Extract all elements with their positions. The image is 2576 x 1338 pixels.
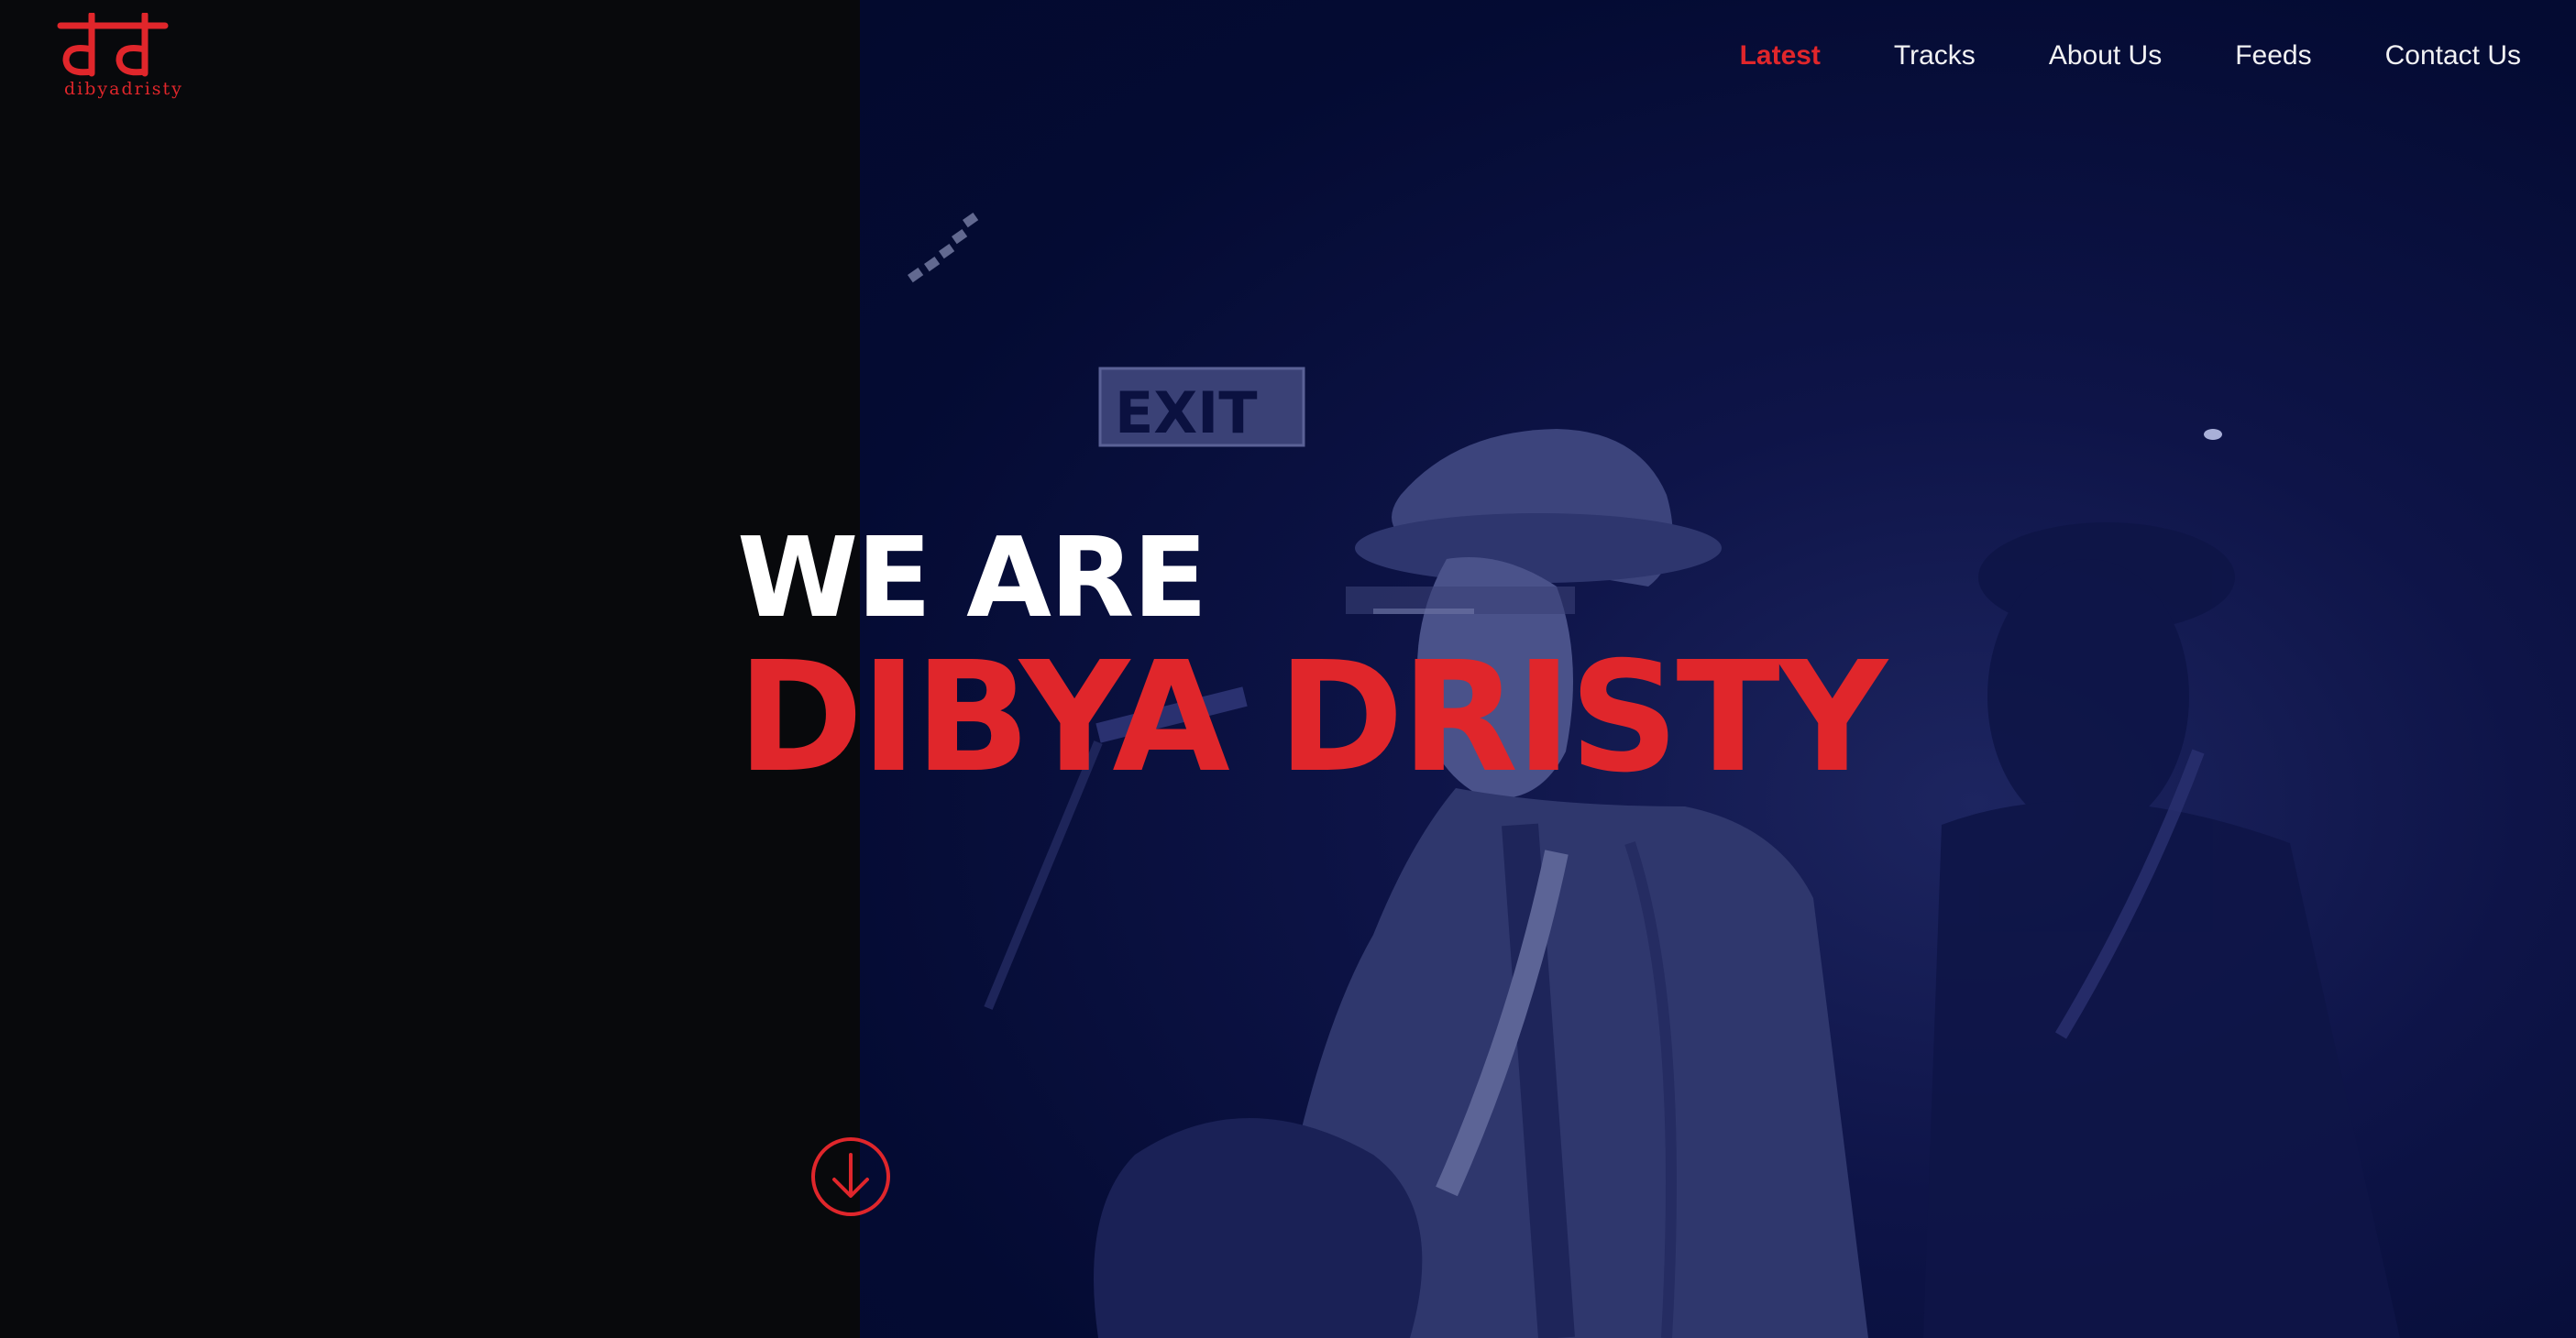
main-nav: Latest Tracks About Us Feeds Contact Us <box>1667 40 2521 71</box>
hero-heading-band-name: DIBYA DRISTY <box>737 630 1888 806</box>
logo-wordmark: dibyadristy <box>64 79 183 99</box>
hero-heading-intro: WE ARE <box>737 515 1207 642</box>
arrow-down-circle-icon <box>811 1137 890 1216</box>
nav-item-contact-us[interactable]: Contact Us <box>2385 40 2521 71</box>
nav-item-feeds[interactable]: Feeds <box>2235 40 2311 71</box>
exit-sign: EXIT <box>1098 367 1305 447</box>
brand-logo[interactable]: dibyadristy <box>57 13 182 104</box>
nav-item-latest[interactable]: Latest <box>1740 40 1821 71</box>
logo-mark-icon <box>57 13 169 77</box>
svg-text:EXIT: EXIT <box>1115 379 1258 446</box>
scroll-down-button[interactable] <box>810 1136 891 1217</box>
left-dark-panel <box>0 0 860 1338</box>
nav-item-tracks[interactable]: Tracks <box>1894 40 1976 71</box>
page: EXIT dibyadristy Latest Tracks About Us … <box>0 0 2576 1338</box>
nav-item-about-us[interactable]: About Us <box>2049 40 2162 71</box>
